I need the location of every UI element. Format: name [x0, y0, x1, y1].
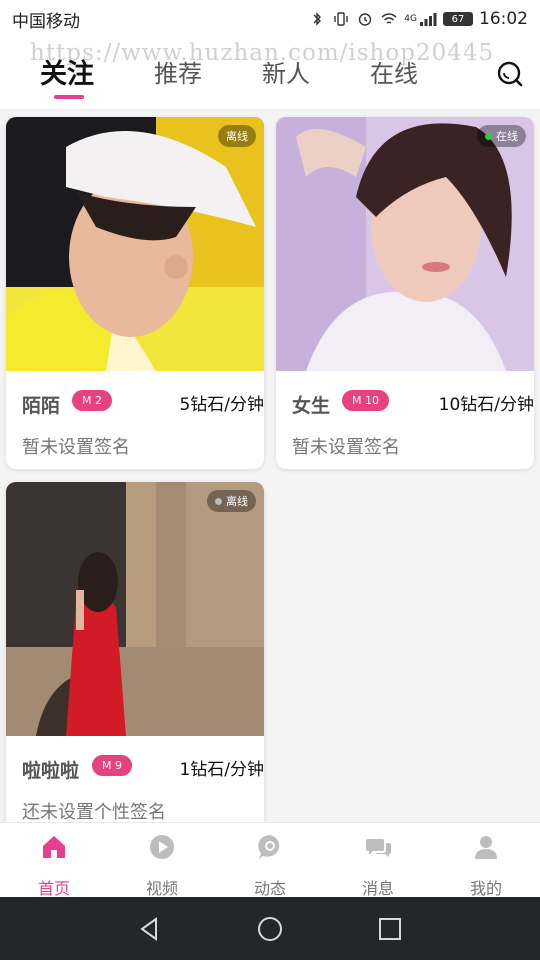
wifi-icon: [381, 13, 397, 24]
nav-label: 消息: [361, 879, 394, 898]
signal-icon: [420, 13, 437, 26]
user-signature: 还未设置个性签名: [22, 802, 166, 823]
user-signature: 暂未设置签名: [22, 437, 130, 458]
tab-new-users[interactable]: 新人: [262, 54, 310, 89]
battery-indicator: 67: [443, 12, 473, 26]
messages-icon: [366, 839, 391, 857]
bluetooth-icon: [313, 12, 322, 26]
user-card[interactable]: 在线 女生 M 10 10钻石/分钟 暂未设置签名: [276, 117, 534, 469]
nav-label: 动态: [253, 879, 286, 898]
call-price: 1钻石/分钟: [179, 760, 264, 780]
online-dot-icon: [485, 132, 492, 140]
carrier-label: 中国移动: [12, 11, 80, 32]
tab-online[interactable]: 在线: [370, 54, 418, 89]
vibrate-icon: [334, 12, 348, 26]
chat-bubble-icon: [258, 835, 280, 859]
offline-status-badge: 离线: [218, 125, 256, 147]
user-icon: [475, 836, 497, 859]
home-icon: [43, 836, 65, 858]
status-bar: 中国移动 4G 67 16:02: [0, 0, 540, 38]
network-type: 4G: [404, 14, 417, 24]
user-photo: 在线: [276, 117, 534, 371]
user-photo: 离线: [6, 117, 264, 371]
active-tab-indicator: [54, 95, 84, 99]
nav-item-profile[interactable]: 我的: [432, 823, 540, 898]
search-icon[interactable]: [496, 60, 524, 88]
back-icon[interactable]: [136, 915, 164, 943]
user-info: 陌陌 M 2 5钻石/分钟 暂未设置签名: [6, 371, 264, 469]
user-name: 啦啦啦: [22, 760, 80, 782]
user-info: 啦啦啦 M 9 1钻石/分钟 还未设置个性签名: [6, 736, 264, 834]
offline-dot-icon: [215, 497, 222, 505]
level-badge: M 10: [342, 390, 389, 411]
level-badge: M 2: [72, 390, 112, 411]
user-card[interactable]: 离线 啦啦啦 M 9 1钻石/分钟 还未设置个性签名: [6, 482, 264, 834]
call-price: 10钻石/分钟: [438, 395, 534, 415]
nav-item-moments[interactable]: 动态: [216, 823, 324, 898]
nav-label: 我的: [469, 879, 502, 898]
nav-item-video[interactable]: 视频: [108, 823, 216, 898]
clock-time: 16:02: [479, 9, 528, 29]
user-card[interactable]: 离线 陌陌 M 2 5钻石/分钟 暂未设置签名: [6, 117, 264, 469]
tab-recommended[interactable]: 推荐: [154, 54, 202, 89]
call-price: 5钻石/分钟: [179, 395, 264, 415]
user-info: 女生 M 10 10钻石/分钟 暂未设置签名: [276, 371, 534, 469]
bottom-nav-bar: 首页 视频 动态 消息 我的: [0, 822, 540, 898]
user-signature: 暂未设置签名: [292, 437, 400, 458]
online-status-badge: 在线: [477, 125, 526, 147]
nav-label: 视频: [145, 879, 178, 898]
home-circle-icon[interactable]: [256, 915, 284, 943]
alarm-icon: [359, 13, 372, 26]
nav-label: 首页: [37, 879, 70, 898]
play-icon: [150, 835, 174, 859]
level-badge: M 9: [92, 755, 132, 776]
nav-item-messages[interactable]: 消息: [324, 823, 432, 898]
offline-status-badge: 离线: [207, 490, 256, 512]
user-photo: 离线: [6, 482, 264, 736]
nav-item-home[interactable]: 首页: [0, 823, 108, 898]
user-name: 女生: [292, 395, 331, 417]
top-tab-bar: https://www.huzhan.com/ishop20445 关注 推荐 …: [0, 38, 540, 110]
system-nav-bar: [0, 897, 540, 960]
recent-apps-icon[interactable]: [376, 915, 404, 943]
status-icons: 4G 67 16:02: [308, 9, 528, 29]
tab-following[interactable]: 关注: [40, 52, 94, 91]
user-name: 陌陌: [22, 395, 61, 417]
